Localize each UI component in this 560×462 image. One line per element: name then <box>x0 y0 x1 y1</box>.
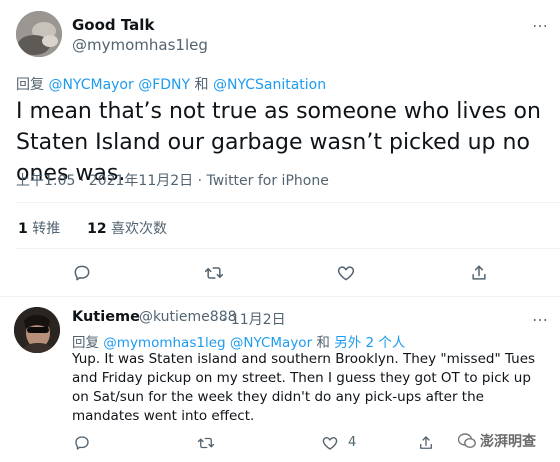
reply-like-count: 4 <box>348 435 357 450</box>
reply-icon[interactable] <box>70 431 94 455</box>
more-icon[interactable] <box>528 308 552 332</box>
share-icon[interactable] <box>467 261 491 285</box>
heart-icon[interactable] <box>318 431 342 455</box>
reply-prefix: 回复 <box>16 77 44 93</box>
likes-stat[interactable]: 12 喜欢次数 <box>87 221 167 237</box>
retweets-stat[interactable]: 1 转推 <box>18 221 60 237</box>
tweet-timestamp[interactable]: 上午1:05 · 2021年11月2日 · Twitter for iPhone <box>16 170 329 190</box>
reply-others[interactable]: 另外 2 个人 <box>334 335 405 351</box>
reply-and: 和 <box>316 335 330 351</box>
watermark: 澎湃明查 <box>458 431 536 451</box>
tweet-stats: 1 转推 12 喜欢次数 <box>18 218 167 238</box>
retweet-icon[interactable] <box>194 431 218 455</box>
reply-date[interactable]: · 11月2日 <box>222 309 286 329</box>
reply-mentions[interactable]: @mymomhas1leg @NYCMayor <box>103 335 312 351</box>
author-handle[interactable]: @mymomhas1leg <box>72 36 208 54</box>
reply-and: 和 <box>194 77 209 93</box>
more-icon[interactable] <box>528 14 552 38</box>
reply-mention-last[interactable]: @NYCSanitation <box>213 77 326 93</box>
share-icon[interactable] <box>414 431 438 455</box>
retweets-label: 转推 <box>32 221 61 237</box>
avatar-image <box>16 11 62 57</box>
reply-author-avatar[interactable] <box>14 307 60 353</box>
reply-replying-to: 回复 @mymomhas1leg @NYCMayor 和 另外 2 个人 <box>72 331 405 351</box>
reply-text: Yup. It was Staten island and southern B… <box>72 351 536 424</box>
heart-icon[interactable] <box>334 261 358 285</box>
likes-count: 12 <box>87 221 107 237</box>
author-name[interactable]: Good Talk <box>72 16 154 34</box>
divider <box>0 296 560 297</box>
reply-icon[interactable] <box>70 261 94 285</box>
reply-author-name[interactable]: Kutieme <box>72 309 140 325</box>
retweet-icon[interactable] <box>202 261 226 285</box>
retweets-count: 1 <box>18 221 28 237</box>
reply-mentions[interactable]: @NYCMayor @FDNY <box>48 77 190 93</box>
wechat-icon <box>458 433 476 449</box>
avatar-image <box>14 307 60 353</box>
reply-prefix: 回复 <box>72 335 99 351</box>
replying-to: 回复 @NYCMayor @FDNY 和 @NYCSanitation <box>16 74 326 94</box>
divider <box>16 202 560 203</box>
author-avatar[interactable] <box>16 11 62 57</box>
watermark-text: 澎湃明查 <box>480 434 536 450</box>
divider <box>16 248 560 249</box>
likes-label: 喜欢次数 <box>111 221 168 237</box>
